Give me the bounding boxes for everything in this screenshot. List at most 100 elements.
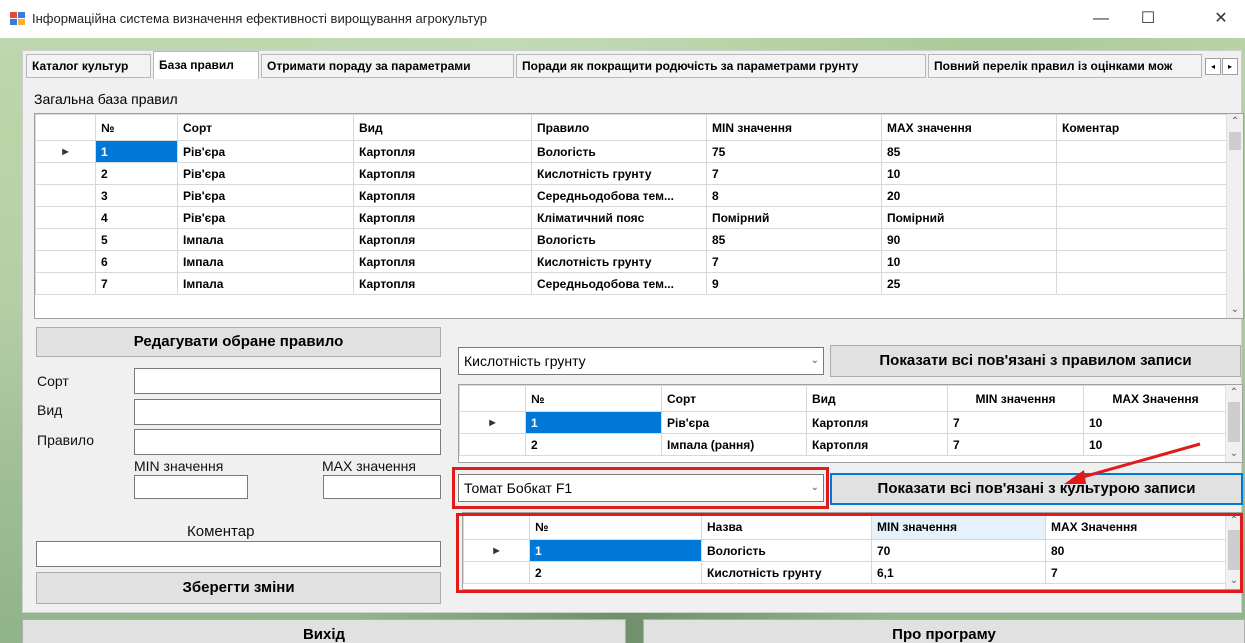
table-cell[interactable]: 90 xyxy=(881,228,1057,251)
rule-select[interactable]: Кислотність грунту ⌄ xyxy=(458,347,824,375)
table-row[interactable]: ▶ 1 Рів'єра Картопля Вологість 75 85 xyxy=(35,140,1229,163)
table-cell[interactable] xyxy=(1056,228,1229,251)
table-row[interactable]: 5 Імпала Картопля Вологість 85 90 xyxy=(35,228,1229,251)
tab-catalog[interactable]: Каталог культур xyxy=(26,54,151,78)
row-header[interactable] xyxy=(35,228,96,251)
row-header[interactable] xyxy=(459,433,526,456)
minimize-button[interactable]: — xyxy=(1086,8,1116,30)
column-header[interactable]: MIN значення xyxy=(706,114,882,141)
table-cell[interactable]: Середньодобова тем... xyxy=(531,184,707,207)
table-cell[interactable]: Картопля xyxy=(353,206,532,229)
table-cell[interactable]: 6 xyxy=(95,250,178,273)
tab-rules-base[interactable]: База правил xyxy=(153,51,259,79)
column-header[interactable]: Вид xyxy=(806,385,948,412)
table-cell[interactable]: 5 xyxy=(95,228,178,251)
table-cell[interactable]: Вологість xyxy=(531,140,707,163)
table-cell[interactable]: Рів'єра xyxy=(177,162,354,185)
table-cell[interactable]: Картопля xyxy=(353,272,532,295)
scroll-up-icon[interactable]: ⌃ xyxy=(1226,385,1242,401)
kind-input[interactable] xyxy=(134,399,441,425)
rule-records-scrollbar[interactable]: ⌃ ⌄ xyxy=(1225,385,1242,462)
tab-fertility-advice[interactable]: Поради як покращити родючість за парамет… xyxy=(516,54,926,78)
table-cell[interactable]: 1 xyxy=(525,411,662,434)
table-cell[interactable]: Імпала xyxy=(177,250,354,273)
edit-rule-button[interactable]: Редагувати обране правило xyxy=(36,327,441,357)
save-changes-button[interactable]: Зберегти зміни xyxy=(36,572,441,604)
tab-advice-by-parameters[interactable]: Отримати пораду за параметрами xyxy=(261,54,514,78)
table-cell[interactable]: 2 xyxy=(95,162,178,185)
column-header[interactable]: № xyxy=(525,385,662,412)
column-header[interactable]: MAX значення xyxy=(881,114,1057,141)
table-cell[interactable] xyxy=(1056,272,1229,295)
rules-grid-scrollbar[interactable]: ⌃ ⌄ xyxy=(1226,114,1243,318)
table-cell[interactable]: 85 xyxy=(881,140,1057,163)
table-cell[interactable]: Кліматичний пояс xyxy=(531,206,707,229)
about-button[interactable]: Про програму xyxy=(643,619,1245,643)
table-cell[interactable]: 7 xyxy=(706,250,882,273)
min-value-input[interactable] xyxy=(134,475,248,499)
row-header[interactable] xyxy=(35,250,96,273)
tab-scroll-right-icon[interactable]: ▸ xyxy=(1222,58,1238,75)
table-cell[interactable]: Рів'єра xyxy=(177,140,354,163)
table-cell[interactable]: 10 xyxy=(881,162,1057,185)
close-button[interactable]: ✕ xyxy=(1206,8,1236,30)
table-cell[interactable]: 1 xyxy=(95,140,178,163)
table-cell[interactable]: 2 xyxy=(525,433,662,456)
table-cell[interactable]: Картопля xyxy=(353,184,532,207)
table-row[interactable]: 7 Імпала Картопля Середньодобова тем... … xyxy=(35,272,1229,295)
table-cell[interactable]: Рів'єра xyxy=(177,184,354,207)
table-cell[interactable]: Кислотність грунту xyxy=(531,250,707,273)
table-row[interactable]: ▶ 1 Рів'єра Картопля 7 10 xyxy=(459,411,1228,434)
table-cell[interactable]: Кислотність грунту xyxy=(531,162,707,185)
tab-full-rules-list[interactable]: Повний перелік правил із оцінками мож xyxy=(928,54,1202,78)
table-cell[interactable] xyxy=(1056,162,1229,185)
table-cell[interactable]: Картопля xyxy=(353,140,532,163)
table-cell[interactable]: Вологість xyxy=(531,228,707,251)
exit-button[interactable]: Вихід xyxy=(22,619,626,643)
table-cell[interactable]: 7 xyxy=(95,272,178,295)
table-cell[interactable]: Імпала xyxy=(177,272,354,295)
column-header[interactable]: № xyxy=(95,114,178,141)
scroll-up-icon[interactable]: ⌃ xyxy=(1227,114,1243,130)
row-header[interactable] xyxy=(35,206,96,229)
table-cell[interactable]: 4 xyxy=(95,206,178,229)
column-header[interactable]: Сорт xyxy=(177,114,354,141)
table-cell[interactable]: Імпала (рання) xyxy=(661,433,807,456)
scroll-thumb[interactable] xyxy=(1228,402,1240,442)
table-cell[interactable]: Картопля xyxy=(806,411,948,434)
table-cell[interactable]: Середньодобова тем... xyxy=(531,272,707,295)
scroll-down-icon[interactable]: ⌄ xyxy=(1227,302,1243,318)
column-header[interactable]: Правило xyxy=(531,114,707,141)
column-header[interactable]: Сорт xyxy=(661,385,807,412)
chevron-down-icon[interactable]: ⌄ xyxy=(811,348,819,374)
table-cell[interactable]: 9 xyxy=(706,272,882,295)
max-value-input[interactable] xyxy=(323,475,441,499)
table-cell[interactable]: 25 xyxy=(881,272,1057,295)
table-row[interactable]: 6 Імпала Картопля Кислотність грунту 7 1… xyxy=(35,250,1229,273)
show-rule-records-button[interactable]: Показати всі пов'язані з правилом записи xyxy=(830,345,1241,377)
table-row[interactable]: 3 Рів'єра Картопля Середньодобова тем...… xyxy=(35,184,1229,207)
table-cell[interactable] xyxy=(1056,140,1229,163)
sort-input[interactable] xyxy=(134,368,441,394)
table-row[interactable]: 2 Рів'єра Картопля Кислотність грунту 7 … xyxy=(35,162,1229,185)
table-cell[interactable]: 7 xyxy=(947,411,1084,434)
column-header[interactable]: Вид xyxy=(353,114,532,141)
table-cell[interactable]: Рів'єра xyxy=(177,206,354,229)
table-cell[interactable]: 20 xyxy=(881,184,1057,207)
column-header[interactable]: MIN значення xyxy=(947,385,1084,412)
row-header[interactable] xyxy=(35,162,96,185)
table-cell[interactable]: Рів'єра xyxy=(661,411,807,434)
table-cell[interactable]: 85 xyxy=(706,228,882,251)
table-cell[interactable]: 8 xyxy=(706,184,882,207)
scroll-down-icon[interactable]: ⌄ xyxy=(1226,446,1242,462)
scroll-thumb[interactable] xyxy=(1229,132,1241,150)
table-cell[interactable]: Помірний xyxy=(706,206,882,229)
table-cell[interactable]: 10 xyxy=(881,250,1057,273)
table-cell[interactable]: Картопля xyxy=(353,228,532,251)
tab-scroll-left-icon[interactable]: ◂ xyxy=(1205,58,1221,75)
table-cell[interactable]: Картопля xyxy=(353,250,532,273)
table-cell[interactable]: Імпала xyxy=(177,228,354,251)
maximize-button[interactable]: ☐ xyxy=(1133,8,1163,30)
row-header[interactable] xyxy=(35,272,96,295)
row-header[interactable] xyxy=(35,184,96,207)
